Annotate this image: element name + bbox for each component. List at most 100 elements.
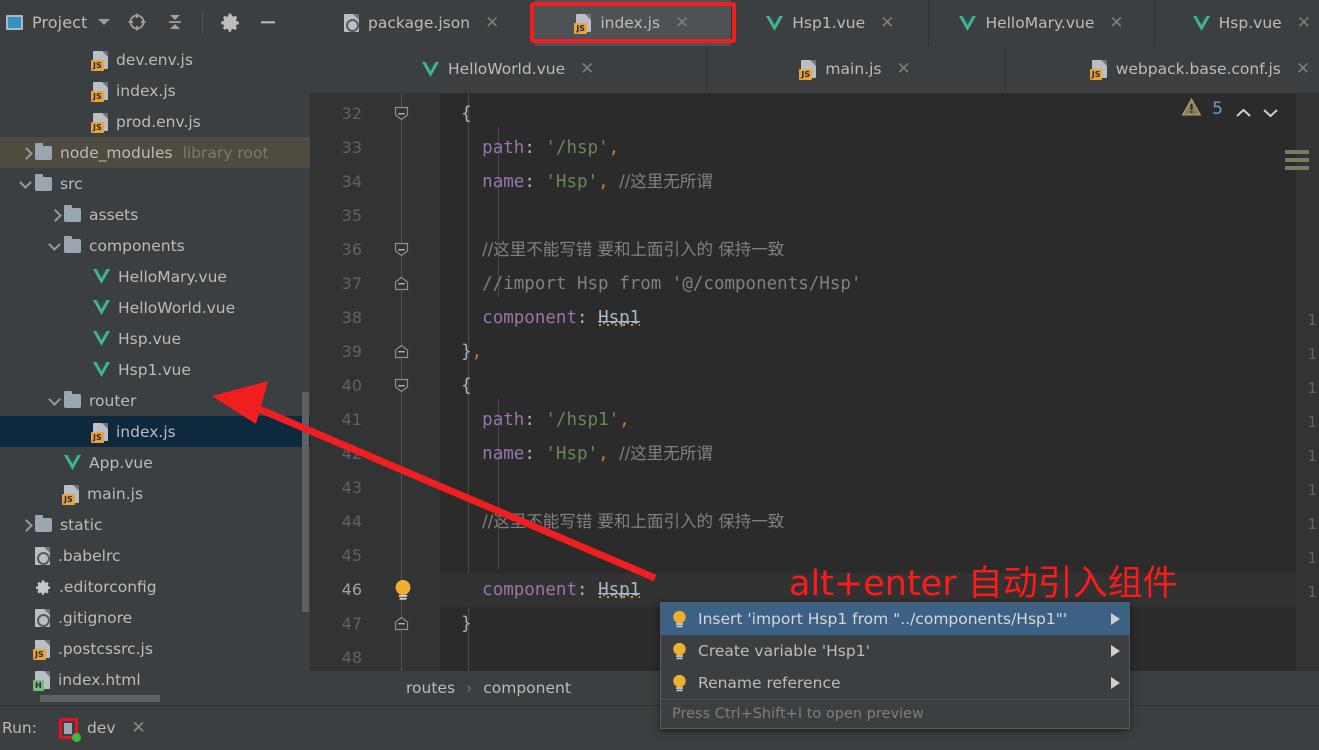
- unresolved-identifier[interactable]: Hsp1: [598, 580, 641, 600]
- fold-marker-icon[interactable]: [394, 378, 409, 393]
- submenu-arrow-icon[interactable]: [1111, 613, 1120, 625]
- fold-marker-icon[interactable]: [394, 616, 409, 631]
- tree-item-hsp1-vue[interactable]: Hsp1.vue: [0, 354, 310, 385]
- code-line[interactable]: //这里不能写错 要和上面引入的 保持一致: [440, 233, 1319, 267]
- project-tree-hscrollbar[interactable]: [40, 695, 160, 702]
- code-line[interactable]: {: [440, 369, 1319, 403]
- fold-marker-icon[interactable]: [394, 242, 409, 257]
- intention-item-2[interactable]: Create variable 'Hsp1': [661, 635, 1129, 667]
- code-line[interactable]: component: Hsp1: [440, 301, 1319, 335]
- collapse-all-icon[interactable]: [164, 11, 186, 33]
- close-icon[interactable]: ✕: [1109, 14, 1123, 32]
- close-icon[interactable]: ✕: [896, 60, 910, 78]
- inspection-summary-widget[interactable]: 5: [1181, 97, 1278, 120]
- tree-item-helloworld-vue[interactable]: HelloWorld.vue: [0, 292, 310, 323]
- tree-item-hellomary-vue[interactable]: HelloMary.vue: [0, 261, 310, 292]
- code-line[interactable]: //import Hsp from '@/components/Hsp': [440, 267, 1319, 301]
- project-tree-scrollbar[interactable]: [302, 392, 309, 612]
- tree-item-node-modules[interactable]: node_modules library root: [0, 137, 310, 168]
- close-icon[interactable]: ✕: [1297, 14, 1311, 32]
- submenu-arrow-icon[interactable]: [1111, 677, 1120, 689]
- tree-item-gitignore[interactable]: .gitignore: [0, 602, 310, 633]
- editor-tab-webpack-base-conf-js[interactable]: JS webpack.base.conf.js ✕: [1006, 46, 1319, 92]
- tree-item-assets[interactable]: assets: [0, 199, 310, 230]
- tree-item-label: Hsp1.vue: [118, 360, 191, 379]
- chevron-up-icon[interactable]: [1234, 104, 1251, 117]
- tree-item-main-js[interactable]: JS main.js: [0, 478, 310, 509]
- intention-actions-popup[interactable]: Insert 'import Hsp1 from "../components/…: [660, 602, 1130, 729]
- editor-tab-hellomary-vue[interactable]: HelloMary.vue ✕: [929, 0, 1155, 46]
- tree-collapse-arrow[interactable]: [48, 238, 64, 254]
- minimize-icon[interactable]: [257, 11, 279, 33]
- code-line[interactable]: //这里不能写错 要和上面引入的 保持一致: [440, 505, 1319, 539]
- breadcrumb-item-routes[interactable]: routes: [406, 679, 455, 697]
- tree-item-components[interactable]: components: [0, 230, 310, 261]
- unresolved-identifier[interactable]: Hsp1: [598, 308, 641, 328]
- editor-gutter[interactable]: 32 33 34 35 36 37 38 39 40 41 42 43 44 45 46 47 48: [310, 93, 440, 671]
- line-number: 40: [341, 376, 362, 395]
- editor-tab-package-json[interactable]: package.json ✕: [310, 0, 535, 46]
- code-line[interactable]: path: '/hsp1',: [440, 403, 1319, 437]
- fold-marker-icon[interactable]: [394, 276, 409, 291]
- submenu-arrow-icon[interactable]: [1111, 645, 1120, 657]
- tree-item-hsp-vue[interactable]: Hsp.vue: [0, 323, 310, 354]
- tree-item-label: index.html: [58, 670, 141, 689]
- editor-tab-index-js[interactable]: JS index.js ✕: [534, 0, 733, 46]
- code-line[interactable]: [440, 471, 1319, 505]
- tree-expand-arrow[interactable]: [48, 207, 64, 223]
- tree-item-dev-env-js[interactable]: JS dev.env.js: [0, 44, 310, 75]
- close-icon[interactable]: ✕: [880, 14, 894, 32]
- tree-item-index-html[interactable]: Hindex.html: [0, 664, 310, 695]
- locate-target-icon[interactable]: [126, 11, 148, 33]
- code-line[interactable]: },: [440, 335, 1319, 369]
- fold-marker-icon[interactable]: [394, 344, 409, 359]
- close-icon[interactable]: ✕: [485, 14, 499, 32]
- intention-item-1[interactable]: Insert 'import Hsp1 from "../components/…: [661, 603, 1129, 635]
- tree-expand-arrow[interactable]: [19, 145, 35, 161]
- code-line[interactable]: [440, 199, 1319, 233]
- code-token: 'Hsp': [545, 444, 599, 464]
- code-token: //这里无所谓: [619, 444, 713, 463]
- project-file-tree[interactable]: JS dev.env.js JS index.js JS prod.env.js node_…: [0, 44, 310, 705]
- tree-item-app-vue[interactable]: App.vue: [0, 447, 310, 478]
- editor-tab-hsp-vue[interactable]: Hsp.vue ✕: [1155, 0, 1319, 46]
- tree-item-editorconfig[interactable]: .editorconfig: [0, 571, 310, 602]
- code-line[interactable]: name: 'Hsp', //这里无所谓: [440, 165, 1319, 199]
- gear-icon[interactable]: [219, 11, 241, 33]
- code-line[interactable]: path: '/hsp',: [440, 131, 1319, 165]
- code-token: '/hsp1': [545, 410, 620, 430]
- tree-expand-arrow[interactable]: [19, 517, 35, 533]
- fold-marker-icon[interactable]: [394, 106, 409, 121]
- close-icon[interactable]: ✕: [580, 60, 594, 78]
- tree-item-src[interactable]: src: [0, 168, 310, 199]
- inspection-marks-icon[interactable]: [1285, 150, 1309, 174]
- tree-item-static[interactable]: static: [0, 509, 310, 540]
- tree-item-index-js[interactable]: JS index.js: [0, 416, 310, 447]
- tree-item-prod-env-js[interactable]: JS prod.env.js: [0, 106, 310, 137]
- run-tab-label: dev: [86, 719, 116, 737]
- close-icon[interactable]: ✕: [132, 718, 146, 738]
- tree-collapse-arrow[interactable]: [48, 393, 64, 409]
- tree-collapse-arrow[interactable]: [19, 176, 35, 192]
- vue-file-icon: [766, 15, 784, 31]
- chevron-down-icon[interactable]: [98, 19, 111, 25]
- editor-tab-hsp1-vue[interactable]: Hsp1.vue ✕: [732, 0, 930, 46]
- tree-item-label: .postcssrc.js: [58, 639, 153, 658]
- tree-item-postcssrc-js[interactable]: JS .postcssrc.js: [0, 633, 310, 664]
- tree-item-router[interactable]: router: [0, 385, 310, 416]
- chevron-down-icon[interactable]: [1261, 104, 1278, 118]
- tree-item-babelrc[interactable]: .babelrc: [0, 540, 310, 571]
- close-icon[interactable]: ✕: [675, 14, 689, 32]
- breadcrumb-item-component[interactable]: component: [483, 679, 571, 697]
- secondary-line-number: 1: [1307, 515, 1317, 533]
- close-icon[interactable]: ✕: [1296, 60, 1310, 78]
- editor-tab-helloworld-vue[interactable]: HelloWorld.vue ✕: [310, 46, 708, 92]
- run-tab-dev[interactable]: dev ✕: [58, 717, 146, 742]
- intention-lightbulb-icon[interactable]: [394, 579, 412, 601]
- editor-tab-main-js[interactable]: JS main.js ✕: [707, 46, 1006, 92]
- tree-item-index-js[interactable]: JS index.js: [0, 75, 310, 106]
- intention-item-3[interactable]: Rename reference: [661, 667, 1129, 699]
- code-line[interactable]: name: 'Hsp', //这里无所谓: [440, 437, 1319, 471]
